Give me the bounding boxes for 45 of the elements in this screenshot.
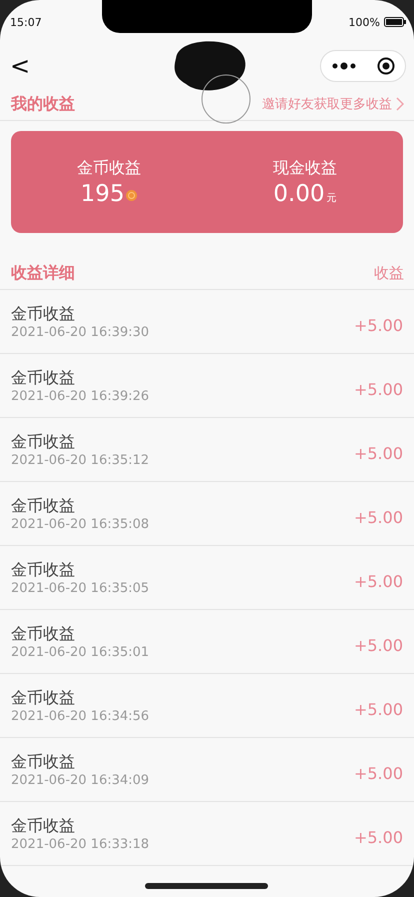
record-name: 金币收益 [11, 496, 76, 516]
record-amount: +5.00 [354, 380, 403, 399]
record-time: 2021-06-20 16:33:18 [11, 836, 150, 852]
record-name: 金币收益 [11, 624, 76, 644]
record-name: 金币收益 [11, 752, 76, 772]
coin-value: 195 [80, 180, 124, 206]
back-button[interactable]: < [6, 52, 34, 80]
record-amount: +5.00 [354, 764, 403, 783]
record-name: 金币收益 [11, 304, 76, 324]
more-icon [332, 62, 356, 70]
record-amount: +5.00 [354, 828, 403, 847]
battery-percent: 100% [348, 16, 380, 28]
record-name: 金币收益 [11, 368, 76, 388]
record-time: 2021-06-20 16:35:08 [11, 516, 150, 532]
record-time: 2021-06-20 16:35:05 [11, 580, 150, 596]
record-name: 金币收益 [11, 688, 76, 708]
cash-value: 0.00 [273, 180, 325, 206]
record-time: 2021-06-20 16:39:26 [11, 388, 150, 404]
record-amount: +5.00 [354, 316, 403, 335]
record-time: 2021-06-20 16:39:30 [11, 324, 150, 340]
close-target-icon [376, 57, 394, 75]
battery-icon [384, 17, 406, 27]
record-amount: +5.00 [354, 444, 403, 463]
record-amount: +5.00 [354, 700, 403, 719]
mini-program-capsule[interactable] [320, 50, 406, 82]
record-name: 金币收益 [11, 560, 76, 580]
record-amount: +5.00 [354, 636, 403, 655]
record-name: 金币收益 [11, 816, 76, 836]
touch-indicator-icon [201, 74, 251, 124]
cash-unit: 元 [326, 192, 337, 204]
cash-label: 现金收益 [273, 158, 337, 178]
record-time: 2021-06-20 16:35:01 [11, 644, 150, 660]
status-time: 15:07 [10, 16, 42, 28]
record-amount: +5.00 [354, 572, 403, 591]
record-time: 2021-06-20 16:34:09 [11, 772, 150, 788]
record-time: 2021-06-20 16:35:12 [11, 452, 150, 468]
coin-icon [126, 190, 138, 200]
chevron-right-icon [396, 97, 404, 111]
record-name: 金币收益 [11, 432, 76, 452]
section-title: 收益详细 [11, 262, 75, 284]
record-time: 2021-06-20 16:34:56 [11, 708, 150, 724]
column-header: 收益 [374, 264, 404, 282]
coin-label: 金币收益 [77, 158, 141, 178]
section-title: 我的收益 [11, 94, 75, 114]
record-amount: +5.00 [354, 508, 403, 527]
